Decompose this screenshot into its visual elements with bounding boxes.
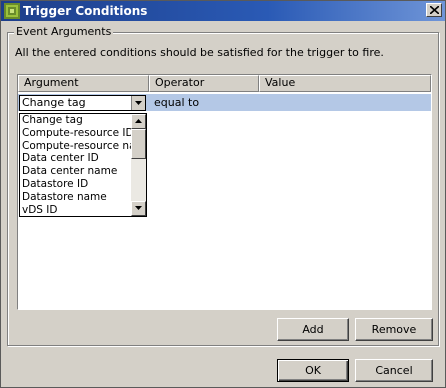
list-item[interactable]: Change tag [20,114,131,127]
argument-dropdown-list[interactable]: Change tag Compute-resource ID f Compute… [19,113,147,217]
ok-button[interactable]: OK [277,359,349,382]
operator-cell[interactable]: equal to [151,94,259,111]
scroll-down-button[interactable] [131,201,146,216]
window-title: Trigger Conditions [23,4,148,18]
dropdown-items: Change tag Compute-resource ID f Compute… [20,114,131,216]
conditions-description: All the entered conditions should be sat… [15,46,384,59]
list-item[interactable]: vDS ID [20,204,131,216]
list-item[interactable]: Datastore ID [20,178,131,191]
group-legend: Event Arguments [14,25,114,39]
grid-header: Argument Operator Value [18,75,431,92]
argument-combobox[interactable]: Change tag [19,95,146,111]
dropdown-scrollbar[interactable] [131,114,146,216]
list-item[interactable]: Compute-resource ID f [20,127,131,140]
column-header-argument[interactable]: Argument [18,75,149,92]
chevron-down-icon [135,101,142,105]
list-item[interactable]: Data center name [20,165,131,178]
combo-dropdown-button[interactable] [131,96,145,110]
cancel-button[interactable]: Cancel [355,359,433,382]
trigger-conditions-dialog: Trigger Conditions Event Arguments All t… [0,0,446,388]
value-cell[interactable] [259,94,431,111]
list-item[interactable]: Datastore name [20,191,131,204]
list-item[interactable]: Compute-resource nan [20,140,131,153]
add-button[interactable]: Add [277,318,349,341]
list-item[interactable]: Data center ID [20,152,131,165]
title-bar[interactable]: Trigger Conditions [1,1,445,21]
chevron-down-icon [135,206,142,210]
argument-selected-value: Change tag [22,96,86,109]
column-header-value[interactable]: Value [259,75,431,92]
close-icon [430,6,439,14]
close-button[interactable] [426,3,442,17]
chevron-up-icon [135,119,142,123]
scroll-up-button[interactable] [131,114,146,129]
vmware-app-icon [4,3,20,19]
scroll-thumb[interactable] [131,129,146,159]
remove-button[interactable]: Remove [355,318,433,341]
column-header-operator[interactable]: Operator [149,75,259,92]
